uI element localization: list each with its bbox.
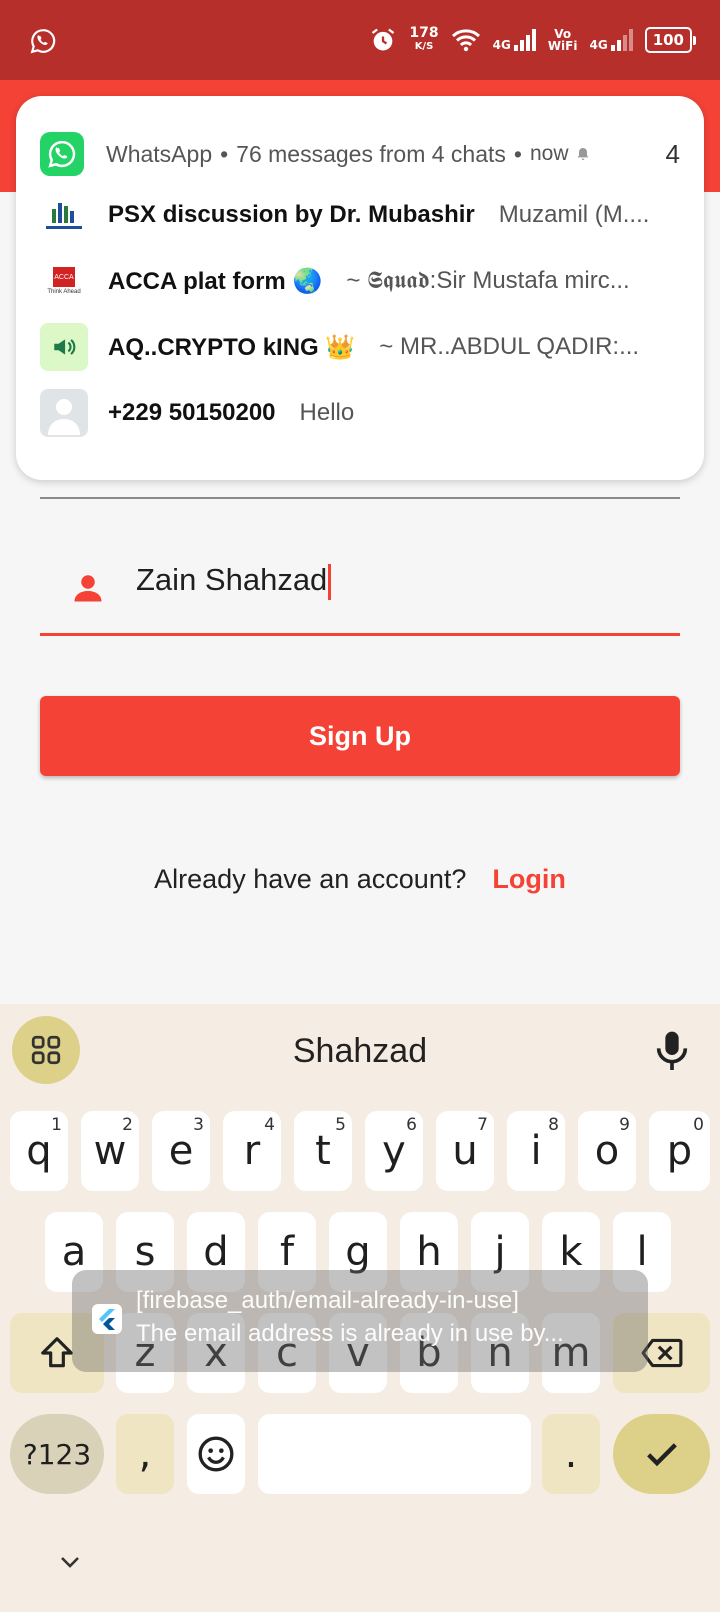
battery-icon: 100 [644,27,697,53]
status-bar: 178 K/S 4G Vo WiFi 4G 100 [0,0,720,80]
shift-icon [41,1337,73,1368]
emoji-key[interactable] [187,1414,245,1494]
chat-message: ~ MR..ABDUL QADIR:... [379,333,640,360]
notification-summary: 76 messages from 4 chats [236,140,506,167]
toast-line-2: The email address is already in use by..… [136,1320,564,1347]
comma-key[interactable]: , [116,1414,174,1494]
emoji-icon [198,1436,234,1472]
space-key[interactable] [258,1414,531,1494]
field-divider [40,497,680,499]
sign-up-button[interactable]: Sign Up [40,696,680,776]
key-e[interactable]: e3 [152,1111,210,1191]
login-link[interactable]: Login [492,864,565,894]
microphone-icon[interactable] [652,1028,692,1072]
bell-icon [577,148,588,160]
key-q[interactable]: q1 [10,1111,68,1191]
group-avatar: ACCA Think Ahead [40,257,88,305]
key-p[interactable]: p0 [649,1111,710,1191]
chat-title: ACCA plat form 🌏 [108,267,323,295]
notification-time: now [529,142,569,165]
name-field-underline [40,633,680,636]
key-o[interactable]: o9 [578,1111,636,1191]
notification-header: WhatsApp • 76 messages from 4 chats • no… [40,132,680,176]
megaphone-icon [40,323,88,371]
notification-row[interactable]: AQ..CRYPTO kING 👑 ~ MR..ABDUL QADIR:... [40,322,680,372]
word-suggestion[interactable]: Shahzad [0,1032,720,1071]
chat-title: +229 50150200 [108,399,276,426]
alarm-icon [372,28,395,51]
name-input[interactable]: Zain Shahzad [136,562,332,600]
notification-row[interactable]: ACCA Think Ahead ACCA plat form 🌏 ~ 𝕾𝖖𝖚𝖆… [40,256,680,306]
person-icon [74,575,102,602]
notification-card[interactable]: WhatsApp • 76 messages from 4 chats • no… [16,96,704,480]
text-cursor [328,563,332,600]
whatsapp-logo-icon [40,132,84,176]
wifi-icon [451,29,480,52]
notification-app-name: WhatsApp [106,140,213,167]
key-w[interactable]: w2 [81,1111,139,1191]
check-icon [646,1443,677,1467]
chat-message: ~ 𝕾𝖖𝖚𝖆𝖉:Sir Mustafa mirc... [346,267,630,294]
key-i[interactable]: i8 [507,1111,565,1191]
notification-row[interactable]: PSX discussion by Dr. Mubashir Muzamil (… [40,190,680,240]
chat-title: PSX discussion by Dr. Mubashir [108,201,475,228]
symbols-key[interactable]: ?123 [10,1414,104,1494]
name-field[interactable]: Zain Shahzad [40,548,680,636]
network-speed: 178 K/S [409,25,439,52]
done-key[interactable] [613,1414,710,1494]
chat-message: Muzamil (M.... [498,201,650,228]
key-t[interactable]: t5 [294,1111,352,1191]
chat-message: Hello [299,399,355,426]
signal-icon: 4G [493,29,536,51]
key-y[interactable]: y6 [365,1111,423,1191]
volte-indicator: Vo WiFi [547,27,578,53]
default-avatar-icon [40,389,88,437]
notification-row[interactable]: +229 50150200 Hello [40,388,680,438]
signal-icon-sim2: 4G [589,29,633,51]
login-prompt: Already have an account? Login [154,864,566,894]
chat-title: AQ..CRYPTO kING 👑 [108,333,356,361]
group-avatar [40,191,88,239]
notification-count: 4 [665,138,680,169]
flutter-icon [92,1304,122,1334]
error-toast: [firebase_auth/email-already-in-use] The… [72,1270,648,1372]
period-key[interactable]: . [542,1414,600,1494]
whatsapp-icon [30,29,56,54]
key-u[interactable]: u7 [436,1111,494,1191]
suggestion-bar: Shahzad [0,1004,720,1094]
toast-line-1: [firebase_auth/email-already-in-use] [136,1287,519,1314]
key-r[interactable]: r4 [223,1111,281,1191]
chevron-down-icon[interactable] [56,1552,84,1572]
